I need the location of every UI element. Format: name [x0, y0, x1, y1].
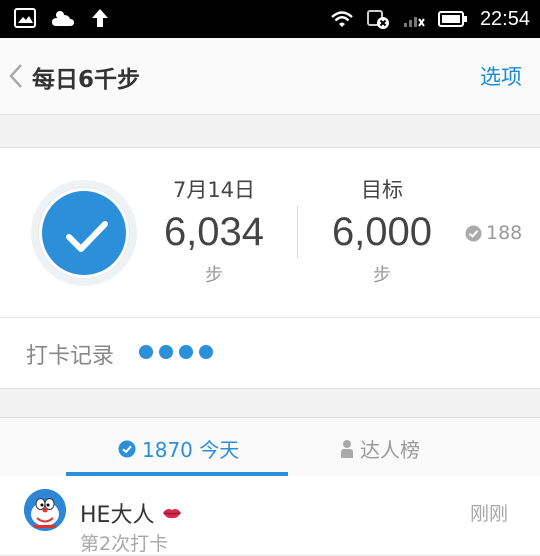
badge-count: 188: [486, 222, 523, 244]
today-steps: 7月14日 6,034 步: [158, 174, 270, 287]
checkin-dots[interactable]: [139, 345, 213, 359]
signal-icon: [403, 17, 425, 27]
lips-icon: [163, 509, 182, 519]
goal-complete-badge: [39, 188, 129, 278]
divider: [297, 206, 298, 258]
avatar[interactable]: [24, 489, 66, 531]
checkin-subtitle: 第2次打卡: [80, 533, 169, 555]
user-name[interactable]: HE大人: [80, 497, 182, 529]
summary-card: 7月14日 6,034 步 目标 6,000 步 188 打卡记录: [0, 147, 540, 389]
clock: 22:54: [479, 8, 530, 30]
today-date: 7月14日: [172, 178, 256, 202]
check-circle-icon: [118, 440, 136, 457]
checkin-dot: [139, 345, 153, 359]
tab-today-label: 1870 今天: [142, 438, 240, 462]
list-item[interactable]: HE大人 刚刚 第2次打卡: [0, 476, 540, 555]
upload-arrow-icon: [92, 9, 108, 27]
page-title: 每日6千步: [32, 67, 141, 93]
person-icon: [341, 439, 353, 458]
progress-ring: [31, 180, 137, 286]
app-header: 每日6千步 选项: [0, 38, 540, 115]
image-icon: [14, 8, 36, 28]
data-off-icon: [366, 10, 389, 29]
weather-cloud-icon: [52, 11, 74, 26]
back-arrow-icon[interactable]: [6, 62, 28, 90]
wifi-icon: [331, 11, 353, 27]
user-name-text: HE大人: [80, 503, 155, 528]
tab-leaderboard[interactable]: 达人榜: [340, 434, 420, 463]
checkin-record-label[interactable]: 打卡记录: [26, 338, 114, 370]
status-bar: 22:54: [0, 0, 540, 38]
divider: [0, 317, 540, 318]
doraemon-avatar-icon: [24, 489, 66, 531]
checkin-count-badge[interactable]: 188: [465, 222, 522, 244]
tab-bar: 1870 今天 达人榜: [0, 417, 540, 477]
checkin-dot: [159, 345, 173, 359]
checkmark-icon: [66, 221, 108, 252]
target-step-count: 6,000: [331, 210, 433, 254]
tab-today[interactable]: 1870 今天: [118, 434, 239, 463]
battery-icon: [437, 11, 467, 27]
checkin-dot: [199, 345, 213, 359]
today-step-count: 6,034: [163, 210, 265, 254]
tab-leaderboard-label: 达人榜: [360, 438, 420, 462]
check-circle-icon: [465, 225, 482, 241]
options-button[interactable]: 选项: [480, 61, 522, 91]
target-label: 目标: [361, 178, 403, 202]
today-unit: 步: [205, 265, 223, 286]
checkin-dot: [179, 345, 193, 359]
target-unit: 步: [373, 265, 391, 286]
target-steps: 目标 6,000 步: [324, 174, 440, 287]
post-time: 刚刚: [469, 503, 508, 525]
